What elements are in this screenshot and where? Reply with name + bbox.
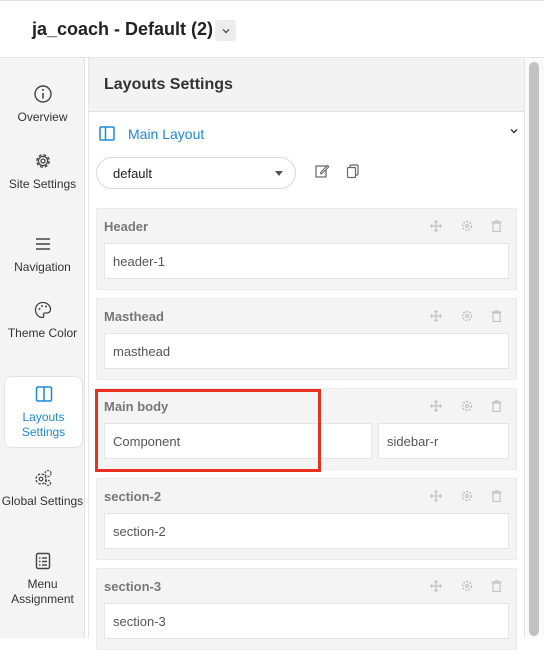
layouts-settings-panel: Layouts Settings Main Layout default Hea… — [88, 58, 525, 650]
caret-down-icon — [275, 171, 283, 176]
gear-icon[interactable] — [461, 219, 473, 237]
move-icon[interactable] — [430, 309, 443, 327]
hamburger-menu-icon — [35, 238, 50, 250]
block-title: section-2 — [104, 489, 162, 504]
trash-icon[interactable] — [491, 489, 502, 507]
sidebar-item-label: Navigation — [14, 260, 71, 274]
gear-icon[interactable] — [461, 399, 473, 417]
panel-body: Main Layout default Header header-1 Mast… — [89, 112, 525, 650]
sidebar-item-label: Overview — [17, 110, 68, 124]
list-document-icon — [35, 552, 50, 570]
sidebar-item-navigation[interactable]: Navigation — [0, 234, 85, 275]
sidebar-item-global-settings[interactable]: Global Settings — [0, 468, 85, 509]
page-title: ja_coach - Default (2) — [32, 19, 214, 39]
sidebar-item-layouts-settings[interactable]: Layouts Settings — [4, 376, 83, 448]
sidebar-item-theme-color[interactable]: Theme Color — [0, 300, 85, 341]
block-tools — [416, 399, 502, 417]
trash-icon[interactable] — [491, 399, 502, 417]
edit-icon[interactable] — [314, 163, 330, 179]
position-field[interactable]: header-1 — [104, 243, 509, 279]
panel-header: Layouts Settings — [89, 58, 525, 112]
block-title: Main body — [104, 399, 169, 414]
sidebar: Overview Site Settings Navigation Theme … — [0, 58, 85, 638]
layout-select[interactable]: default — [96, 157, 296, 189]
block-tools — [416, 489, 502, 507]
sidebar-item-label: Site Settings — [8, 177, 77, 191]
trash-icon[interactable] — [491, 219, 502, 237]
sidebar-item-menu-assignment[interactable]: Menu Assignment — [0, 551, 85, 607]
block-title: Header — [104, 219, 149, 234]
position-field-sidebar[interactable]: sidebar-r — [378, 423, 509, 459]
block-title: Masthead — [104, 309, 164, 324]
gear-icon[interactable] — [461, 579, 473, 597]
layout-block-masthead: Masthead masthead — [96, 298, 517, 380]
panel-title: Layouts Settings — [104, 76, 233, 93]
layout-columns-icon — [35, 386, 52, 402]
copy-icon[interactable] — [345, 163, 361, 179]
trash-icon[interactable] — [491, 579, 502, 597]
move-icon[interactable] — [430, 489, 443, 507]
position-field[interactable]: section-2 — [104, 513, 509, 549]
position-field-component[interactable]: Component — [104, 423, 372, 459]
position-field[interactable]: masthead — [104, 333, 509, 369]
palette-icon — [34, 301, 51, 319]
scrollbar[interactable] — [524, 58, 544, 638]
move-icon[interactable] — [430, 399, 443, 417]
gears-icon — [34, 469, 52, 487]
sidebar-item-label: Global Settings — [1, 494, 84, 508]
gear-icon[interactable] — [461, 489, 473, 507]
position-field[interactable]: section-3 — [104, 603, 509, 639]
move-icon[interactable] — [430, 579, 443, 597]
layout-block-section-2: section-2 section-2 — [96, 478, 517, 560]
layout-block-main-body: Main body Component sidebar-r — [96, 388, 517, 470]
layout-block-header: Header header-1 — [96, 208, 517, 290]
chevron-down-icon — [510, 129, 518, 134]
sidebar-item-label: Layouts Settings — [21, 410, 66, 439]
move-icon[interactable] — [430, 219, 443, 237]
main-layout-label: Main Layout — [128, 126, 205, 142]
trash-icon[interactable] — [491, 309, 502, 327]
info-circle-icon — [33, 85, 52, 103]
gear-icon[interactable] — [461, 309, 473, 327]
block-tools — [416, 219, 502, 237]
title-dropdown-button[interactable] — [215, 20, 236, 41]
sidebar-item-label: Menu Assignment — [11, 577, 74, 606]
sidebar-item-label: Theme Color — [7, 326, 78, 340]
block-tools — [416, 309, 502, 327]
block-title: section-3 — [104, 579, 162, 594]
sidebar-item-overview[interactable]: Overview — [0, 84, 85, 125]
sidebar-item-site-settings[interactable]: Site Settings — [0, 151, 85, 192]
main-layout-accordion[interactable]: Main Layout — [99, 124, 519, 144]
app-header: ja_coach - Default (2) — [0, 1, 544, 58]
gear-icon — [35, 154, 50, 168]
scrollbar-thumb[interactable] — [529, 62, 539, 636]
block-tools — [416, 579, 502, 597]
chevron-down-icon — [222, 28, 229, 33]
layout-columns-icon — [99, 126, 115, 141]
layout-select-value: default — [113, 166, 153, 181]
